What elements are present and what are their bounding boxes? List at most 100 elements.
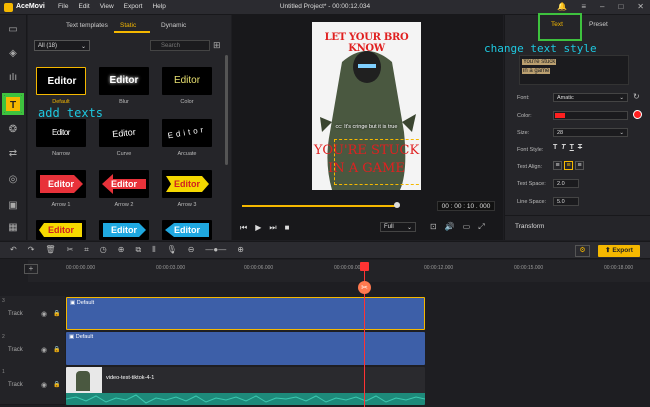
menu-icon[interactable]: ≡	[581, 2, 586, 11]
marker-icon[interactable]: ⊕	[118, 245, 125, 255]
zoom-in-icon[interactable]: ⊕	[237, 245, 244, 255]
category-value: All (18)	[38, 43, 58, 49]
lock-icon[interactable]: 🔒	[53, 381, 60, 388]
text-space-input[interactable]: 2.0	[553, 179, 579, 188]
lock-icon[interactable]: 🔒	[53, 310, 60, 317]
text-tile-curve[interactable]: Editor	[99, 119, 149, 147]
bold-icon[interactable]: T	[553, 144, 557, 151]
tile-label: Arrow 1	[51, 202, 71, 208]
speed-icon[interactable]: ◷	[100, 245, 107, 255]
align-left-icon[interactable]: ≡	[553, 161, 562, 170]
line-space-input[interactable]: 5.0	[553, 197, 579, 206]
resource-scrollbar[interactable]	[225, 55, 228, 165]
chevron-down-icon: ⌄	[619, 130, 624, 136]
search-input[interactable]: Search	[150, 40, 210, 51]
volume-icon[interactable]: 🔊	[445, 222, 455, 232]
sticker-icon[interactable]: ▣	[4, 197, 22, 215]
undo-icon[interactable]: ↶	[10, 245, 17, 255]
video-clip[interactable]: video-test-tiktok-4-1	[66, 367, 425, 405]
text-resource-panel: Text templates Static Dynamic All (18) ⌄…	[28, 15, 231, 240]
tab-text-templates[interactable]: Text templates	[66, 22, 108, 29]
italic-icon[interactable]: T	[561, 144, 565, 151]
eye-icon[interactable]: ◉	[41, 381, 47, 389]
play-icon[interactable]: ▶	[255, 223, 261, 233]
transform-section-title[interactable]: Transform	[515, 223, 544, 230]
next-frame-icon[interactable]: ⏭	[269, 223, 276, 233]
text-tile-blur[interactable]: Editor	[99, 67, 149, 95]
align-center-icon[interactable]: ≡	[564, 161, 573, 170]
preview-progress-handle[interactable]	[393, 202, 400, 208]
export-button[interactable]: ⬆ Export	[598, 245, 640, 257]
tile-preview-text: Editor	[111, 179, 137, 189]
align-right-icon[interactable]: ≡	[575, 161, 584, 170]
text-tile-arrow-4[interactable]: Editor	[36, 220, 86, 240]
snapshot-icon[interactable]: ⊡	[430, 222, 437, 232]
tile-preview-text: Editor	[48, 225, 74, 235]
text-space-label: Text Space:	[517, 181, 546, 187]
layers-icon[interactable]: ◈	[4, 45, 22, 63]
strikethrough-icon[interactable]: T	[578, 144, 582, 151]
zoom-slider[interactable]: —●—	[205, 245, 226, 255]
text-tile-arcuate[interactable]: Editor	[162, 119, 212, 147]
text-tile-arrow-2[interactable]: Editor	[99, 170, 149, 198]
split-scissor-icon[interactable]: ✂	[358, 281, 371, 294]
text-clip[interactable]: ▣ Default	[66, 297, 425, 330]
folder-icon[interactable]: ▭	[4, 21, 22, 39]
color-indicator[interactable]	[633, 110, 642, 119]
text-tile-color[interactable]: Editor	[162, 67, 212, 95]
record-icon[interactable]: 🎙	[167, 245, 177, 255]
effects-icon[interactable]: ◎	[4, 171, 22, 189]
tab-dynamic[interactable]: Dynamic	[161, 22, 186, 29]
tab-static[interactable]: Static	[120, 22, 136, 29]
minimize-icon[interactable]: –	[600, 2, 604, 11]
active-tab-indicator	[114, 31, 150, 33]
lock-icon[interactable]: 🔒	[53, 346, 60, 353]
text-tile-narrow[interactable]: Editor	[36, 119, 86, 147]
cut-icon[interactable]: ✂	[67, 245, 74, 255]
crop-icon[interactable]: ⌗	[84, 245, 89, 255]
freeze-icon[interactable]: ⧉	[135, 245, 141, 255]
close-icon[interactable]: ✕	[637, 2, 644, 11]
text-tile-default[interactable]: Editor	[36, 67, 86, 95]
stop-icon[interactable]: ■	[285, 223, 290, 233]
font-select[interactable]: Amatic ⌄	[553, 93, 628, 102]
track-number: 1	[2, 369, 5, 375]
color-picker[interactable]	[553, 111, 628, 120]
transition-icon[interactable]: ⇄	[4, 145, 22, 163]
text-tile-arrow-6[interactable]: Editor	[162, 220, 212, 240]
timeline-ruler[interactable]: 00:00:00.000 00:00:03.000 00:00:06.000 0…	[28, 260, 650, 282]
text-tile-arrow-5[interactable]: Editor	[99, 220, 149, 240]
text-clip[interactable]: ▣ Default	[66, 332, 425, 365]
ruler-label: 00:00:18.000	[604, 265, 634, 271]
split-screen-icon[interactable]: ▦	[4, 219, 22, 237]
playhead-handle[interactable]	[360, 262, 369, 271]
text-tile-arrow-1[interactable]: Editor	[36, 170, 86, 198]
tile-label: Default	[52, 99, 70, 105]
reset-font-icon[interactable]: ↻	[633, 92, 640, 101]
text-tile-arrow-3[interactable]: Editor	[162, 170, 212, 198]
maximize-icon[interactable]: □	[618, 2, 623, 11]
zoom-out-icon[interactable]: ⊖	[188, 245, 195, 255]
prev-frame-icon[interactable]: ⏮	[240, 223, 247, 233]
grid-view-icon[interactable]: ⊞	[213, 40, 221, 51]
bell-icon[interactable]: 🔔	[557, 2, 567, 11]
redo-icon[interactable]: ↷	[28, 245, 35, 255]
split-icon[interactable]: ⫴	[152, 245, 155, 255]
timeline-settings-icon[interactable]: ⚙	[575, 245, 590, 257]
delete-icon[interactable]: 🗑	[45, 245, 55, 255]
audio-icon[interactable]: ıIı	[4, 69, 22, 87]
filter-icon[interactable]: ❂	[4, 121, 22, 139]
text-content-box[interactable]: You're stuck in a game	[519, 55, 629, 85]
size-select[interactable]: 28 ⌄	[553, 128, 628, 137]
aspect-icon[interactable]: ▭	[463, 222, 471, 232]
add-track-button[interactable]: +	[24, 264, 38, 274]
quality-select[interactable]: Full ⌄	[380, 222, 416, 232]
window-title: Untitled Project* - 00:00:12.034	[279, 3, 371, 10]
tab-preset[interactable]: Preset	[589, 21, 608, 28]
eye-icon[interactable]: ◉	[41, 346, 47, 354]
category-select[interactable]: All (18) ⌄	[34, 40, 90, 51]
eye-icon[interactable]: ◉	[41, 310, 47, 318]
underline-icon[interactable]: T	[570, 144, 574, 151]
track-header: 3 Track ◉ 🔒	[0, 296, 65, 334]
fullscreen-icon[interactable]: ⤢	[478, 222, 484, 232]
